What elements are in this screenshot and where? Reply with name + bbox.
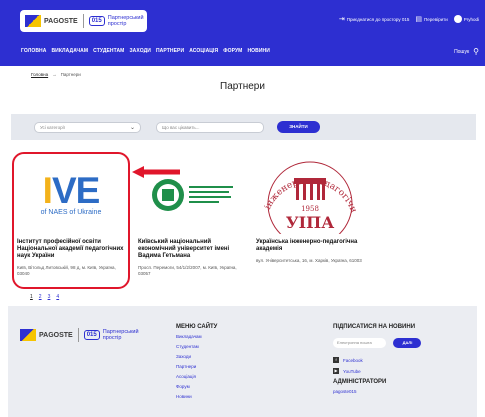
search-label: Пошук bbox=[454, 48, 470, 55]
chevron-down-icon: ⌄ bbox=[129, 125, 135, 131]
footer-menu-title: МЕНЮ САЙТУ bbox=[176, 324, 218, 330]
site-logo[interactable]: PAGOSTE 015 Партнерський простір bbox=[20, 10, 147, 32]
breadcrumb-home[interactable]: Головна bbox=[31, 72, 48, 77]
facebook-label: Facebook bbox=[343, 357, 363, 363]
admin-link[interactable]: pagoste015 bbox=[333, 389, 421, 394]
pointer-arrow-icon bbox=[132, 166, 180, 178]
page-title: Партнери bbox=[220, 81, 265, 92]
breadcrumb: Головна → Партнери bbox=[31, 72, 81, 77]
admins-title: АДМІНІСТРАТОРИ bbox=[333, 379, 387, 385]
top-links: ⇥ Приєднатися до простору 015 ▤ Перевіри… bbox=[339, 15, 479, 23]
breadcrumb-separator: → bbox=[52, 72, 57, 77]
page-link[interactable]: 1 bbox=[30, 294, 33, 300]
check-label: Перевірити bbox=[424, 16, 448, 22]
footer-space-text: Партнерський простір bbox=[102, 329, 139, 341]
pagoste-logo-icon bbox=[20, 329, 36, 341]
uipa-seal-icon: інженерно-педагогічна 1958 УІПА bbox=[256, 156, 358, 234]
youtube-label: YouTube bbox=[343, 368, 361, 374]
footer-menu-item[interactable]: Новини bbox=[176, 394, 217, 399]
space-badge: 015 bbox=[88, 16, 105, 26]
page-link[interactable]: 3 bbox=[48, 294, 51, 300]
partner-name[interactable]: Українська інженерно-педагогічна академі… bbox=[256, 239, 364, 253]
footer-menu-item[interactable]: Заходи bbox=[176, 354, 217, 359]
find-button[interactable]: ЗНАЙТИ bbox=[277, 121, 320, 133]
subscribe-button[interactable]: ДАЛІ bbox=[393, 337, 422, 348]
search-input[interactable]: Що вас цікавить... bbox=[156, 122, 264, 133]
email-field[interactable]: Електронна пошта bbox=[333, 337, 386, 348]
footer-menu-item[interactable]: Викладачам bbox=[176, 334, 217, 339]
search-icon: ⚲ bbox=[473, 47, 479, 56]
partner-name[interactable]: Київський національний економічний уніве… bbox=[138, 239, 246, 260]
uipa-abbr: УІПА bbox=[286, 213, 335, 232]
nav-news[interactable]: НОВИНИ bbox=[247, 48, 270, 54]
highlight-frame bbox=[12, 152, 130, 289]
footer-brand: PAGOSTE bbox=[39, 331, 73, 339]
document-icon: ▤ bbox=[415, 16, 422, 23]
subscribe-title: ПІДПИСАТИСЯ НА НОВИНИ bbox=[333, 324, 416, 330]
profile-label: Pryhodi bbox=[463, 16, 479, 22]
profile-link[interactable]: Pryhodi bbox=[453, 15, 479, 23]
footer-menu-item[interactable]: Форум bbox=[176, 384, 217, 389]
logo-divider bbox=[77, 328, 79, 342]
subscribe-row: Електронна пошта ДАЛІ bbox=[333, 334, 422, 352]
category-select[interactable]: Усі категорії ⌄ bbox=[34, 122, 141, 133]
brand-name: PAGOSTE bbox=[44, 17, 78, 25]
footer-menu: МЕНЮ САЙТУ Викладачам Студентам Заходи П… bbox=[176, 324, 217, 404]
nav-home[interactable]: ГОЛОВНА bbox=[21, 48, 46, 54]
nav-teachers[interactable]: ВИКЛАДАЧАМ bbox=[51, 48, 88, 54]
nav-partners[interactable]: ПАРТНЕРИ bbox=[156, 48, 184, 54]
site-footer: PAGOSTE 015 Партнерський простір МЕНЮ СА… bbox=[8, 306, 477, 417]
filter-bar: Усі категорії ⌄ Що вас цікавить... ЗНАЙТ… bbox=[11, 114, 476, 140]
partner-address: вул. Університетська, 16, м. Харків, Укр… bbox=[256, 258, 362, 263]
main-nav: ГОЛОВНА ВИКЛАДАЧАМ СТУДЕНТАМ ЗАХОДИ ПАРТ… bbox=[21, 48, 270, 54]
facebook-link[interactable]: f Facebook bbox=[333, 357, 421, 363]
join-link[interactable]: ⇥ Приєднатися до простору 015 bbox=[339, 15, 410, 23]
footer-menu-item[interactable]: Асоціація bbox=[176, 374, 217, 379]
search-button[interactable]: Пошук ⚲ bbox=[454, 47, 479, 56]
page-link[interactable]: 4 bbox=[56, 294, 59, 300]
nav-students[interactable]: СТУДЕНТАМ bbox=[93, 48, 124, 54]
footer-menu-item[interactable]: Партнери bbox=[176, 364, 217, 369]
login-icon: ⇥ bbox=[338, 16, 345, 23]
breadcrumb-current: Партнери bbox=[60, 72, 81, 77]
uipa-year: 1958 bbox=[301, 205, 319, 213]
logo-divider bbox=[82, 14, 84, 28]
nav-forum[interactable]: ФОРУМ bbox=[223, 48, 242, 54]
user-icon bbox=[453, 15, 462, 23]
youtube-link[interactable]: ▶ YouTube bbox=[333, 368, 421, 374]
join-label: Приєднатися до простору 015 bbox=[346, 16, 410, 22]
partner-logo-uipa[interactable]: інженерно-педагогічна 1958 УІПА bbox=[256, 156, 364, 234]
footer-badge: 015 bbox=[83, 330, 100, 340]
footer-logo[interactable]: PAGOSTE 015 Партнерський простір bbox=[20, 328, 139, 342]
site-header: PAGOSTE 015 Партнерський простір ⇥ Приєд… bbox=[0, 0, 485, 66]
space-text: Партнерський простір bbox=[107, 15, 144, 27]
category-placeholder: Усі категорії bbox=[40, 125, 65, 130]
nav-events[interactable]: ЗАХОДИ bbox=[129, 48, 151, 54]
facebook-icon: f bbox=[333, 357, 339, 363]
footer-menu-item[interactable]: Студентам bbox=[176, 344, 217, 349]
pagination: 1 2 3 4 bbox=[30, 294, 59, 300]
partner-card[interactable]: інженерно-педагогічна 1958 УІПА Українсь… bbox=[256, 156, 364, 264]
page-link[interactable]: 2 bbox=[39, 294, 42, 300]
partner-address: Просп. Перемоги, 54/1/2/2007, м. Київ, У… bbox=[138, 265, 237, 276]
pagoste-logo-icon bbox=[25, 15, 41, 27]
footer-subscribe: ПІДПИСАТИСЯ НА НОВИНИ Електронна пошта Д… bbox=[333, 324, 422, 399]
youtube-icon: ▶ bbox=[333, 368, 339, 374]
check-link[interactable]: ▤ Перевірити bbox=[415, 15, 447, 23]
nav-association[interactable]: АСОЦІАЦІЯ bbox=[189, 48, 218, 54]
